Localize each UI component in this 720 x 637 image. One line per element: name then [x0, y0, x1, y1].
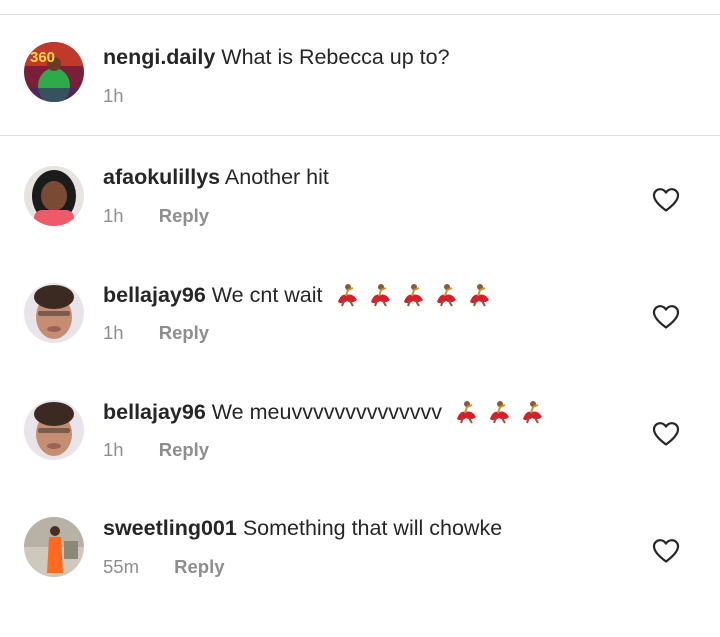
timestamp: 1h: [103, 205, 124, 226]
comment-meta: 1h Reply: [103, 322, 209, 344]
comment-meta: 55m Reply: [103, 556, 225, 578]
comment-text: What is Rebecca up to?: [221, 45, 450, 69]
avatar[interactable]: [24, 517, 84, 577]
comment-text: We cnt wait: [211, 283, 323, 307]
avatar[interactable]: 360: [24, 42, 84, 102]
caption-text: nengi.daily What is Rebecca up to?: [103, 44, 450, 70]
dancer-emoji: [370, 284, 390, 307]
avatar[interactable]: [24, 283, 84, 343]
timestamp: 55m: [103, 556, 139, 577]
comment-text: Another hit: [224, 165, 329, 189]
emoji-group: [329, 283, 494, 307]
dancer-emoji: [436, 284, 456, 307]
heart-outline-icon[interactable]: [652, 187, 680, 213]
reply-button[interactable]: Reply: [159, 205, 209, 226]
dancer-emoji: [489, 401, 509, 424]
dancer-emoji: [337, 284, 357, 307]
heart-outline-icon[interactable]: [652, 538, 680, 564]
dancer-emoji: [456, 401, 476, 424]
timestamp: 1h: [103, 439, 124, 460]
avatar[interactable]: [24, 166, 84, 226]
post-caption: 360 nengi.daily What is Rebecca up to? 1…: [0, 15, 720, 136]
comment-item: bellajay96 We meuvvvvvvvvvvvvvv 1h Reply: [0, 384, 720, 501]
comment-meta: 1h: [103, 85, 124, 107]
username[interactable]: nengi.daily: [103, 45, 215, 69]
dancer-emoji: [522, 401, 542, 424]
username[interactable]: bellajay96: [103, 400, 206, 424]
username[interactable]: sweetling001: [103, 516, 237, 540]
heart-outline-icon[interactable]: [652, 304, 680, 330]
comment-meta: 1h Reply: [103, 205, 209, 227]
comment-item: sweetling001 Something that will chowke …: [0, 501, 720, 618]
comment-text: Something that will chowke: [242, 516, 503, 540]
emoji-group: [448, 400, 547, 424]
comment-item: afaokulillys Another hit 1h Reply: [0, 150, 720, 267]
timestamp: 1h: [103, 85, 124, 106]
dancer-emoji: [469, 284, 489, 307]
reply-button[interactable]: Reply: [174, 556, 224, 577]
comment-text-line: bellajay96 We meuvvvvvvvvvvvvvv: [103, 398, 547, 425]
reply-button[interactable]: Reply: [159, 439, 209, 460]
svg-text:360: 360: [30, 49, 55, 66]
heart-outline-icon[interactable]: [652, 421, 680, 447]
comment-text-line: afaokulillys Another hit: [103, 164, 329, 190]
username[interactable]: bellajay96: [103, 283, 206, 307]
comment-meta: 1h Reply: [103, 439, 209, 461]
dancer-emoji: [403, 284, 423, 307]
comment-text-line: bellajay96 We cnt wait: [103, 281, 494, 308]
comment-text: We meuvvvvvvvvvvvvvv: [211, 400, 442, 424]
comment-item: bellajay96 We cnt wait 1h Reply: [0, 267, 720, 384]
timestamp: 1h: [103, 322, 124, 343]
comment-text-line: sweetling001 Something that will chowke: [103, 515, 502, 541]
reply-button[interactable]: Reply: [159, 322, 209, 343]
username[interactable]: afaokulillys: [103, 165, 220, 189]
avatar[interactable]: [24, 400, 84, 460]
